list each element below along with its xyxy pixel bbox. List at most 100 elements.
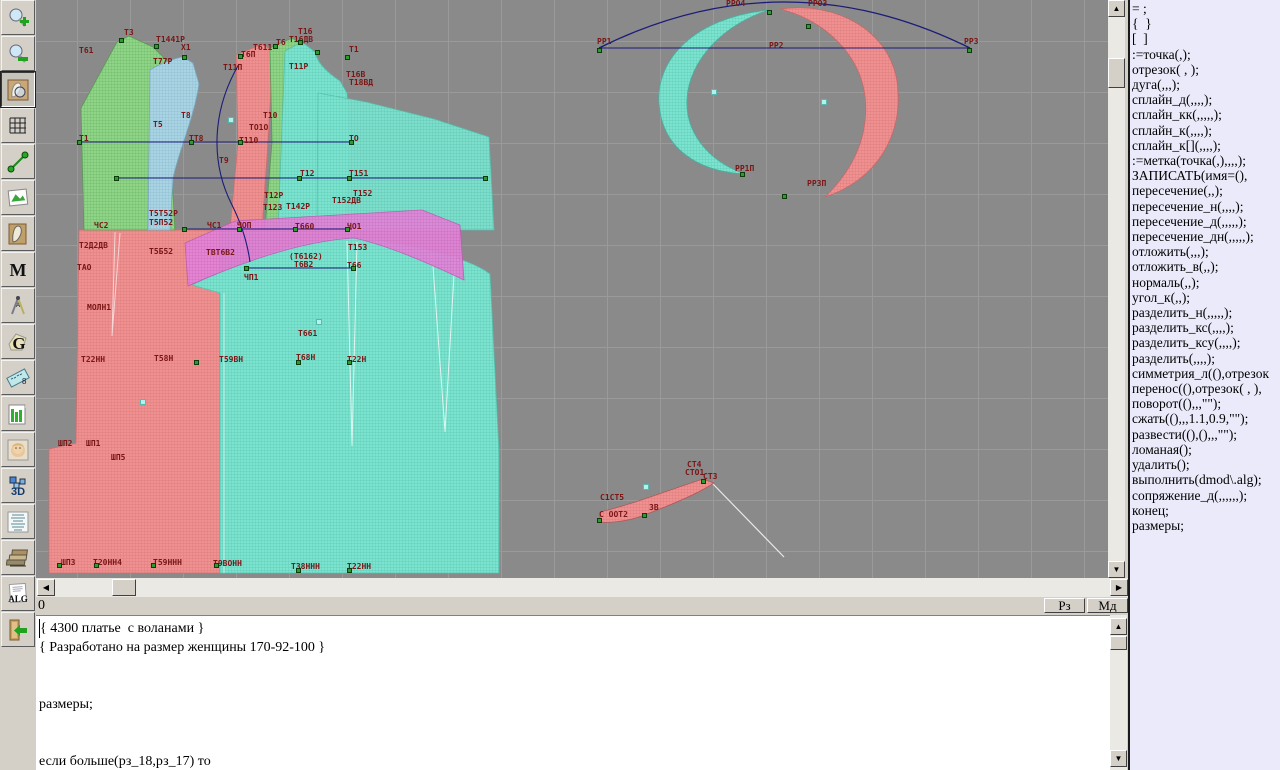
scroll-down-icon[interactable]: ▼	[1108, 561, 1125, 578]
editor-vertical-scrollbar[interactable]: ▲ ▼	[1110, 615, 1128, 770]
picture-button[interactable]	[1, 180, 35, 215]
pattern-point-marker	[182, 227, 187, 232]
command-item[interactable]: сплайн_к[](,,,,);	[1132, 138, 1280, 153]
zoom-out-button[interactable]	[1, 36, 35, 71]
command-item[interactable]: угол_к(,,);	[1132, 290, 1280, 305]
pattern-point-label: ШП3	[61, 559, 75, 567]
text-list-button[interactable]	[1, 504, 35, 539]
command-item[interactable]: { }	[1132, 16, 1280, 31]
segment-tool-button[interactable]	[1, 144, 35, 179]
command-item[interactable]: пересечение_дн(,,,,,);	[1132, 229, 1280, 244]
command-item[interactable]: разделить_кс(,,,,);	[1132, 320, 1280, 335]
view-3d-button[interactable]: 3D	[1, 468, 35, 503]
command-item[interactable]: нормаль(,,);	[1132, 275, 1280, 290]
command-item[interactable]: разделить_н(,,,,,);	[1132, 305, 1280, 320]
compass-button[interactable]: A	[1, 288, 35, 323]
command-item[interactable]: сплайн_кк(,,,,,);	[1132, 107, 1280, 122]
editor-line[interactable]	[39, 676, 1110, 695]
command-item[interactable]: разделить(,,,,);	[1132, 351, 1280, 366]
pattern-point-label: Т16	[298, 28, 312, 36]
editor-line[interactable]	[39, 714, 1110, 733]
pattern-point-label: РР3	[964, 38, 978, 46]
canvas-horizontal-scrollbar[interactable]: ◀ ▶	[36, 578, 1128, 597]
pattern-point-label: Т59ННН	[153, 559, 182, 567]
command-item[interactable]: отложить(,,,);	[1132, 244, 1280, 259]
editor-line[interactable]: размеры;	[39, 695, 1110, 714]
selected-point-marker	[821, 99, 827, 105]
command-item[interactable]: пересечение_д(,,,,,);	[1132, 214, 1280, 229]
command-item[interactable]: пересечение_н(,,,,);	[1132, 199, 1280, 214]
command-item[interactable]: сопряжение_д(,,,,,,);	[1132, 488, 1280, 503]
command-item[interactable]: сжать((),,,1.1,0.9,"");	[1132, 411, 1280, 426]
zoom-in-button[interactable]	[1, 0, 35, 35]
command-item[interactable]: сплайн_д(,,,,);	[1132, 92, 1280, 107]
command-item[interactable]: :=метка(точка(,),,,,);	[1132, 153, 1280, 168]
pattern-point-marker	[94, 563, 99, 568]
command-item[interactable]: дуга(,,,);	[1132, 77, 1280, 92]
command-item[interactable]: удалить();	[1132, 457, 1280, 472]
command-item[interactable]: сплайн_к(,,,,);	[1132, 123, 1280, 138]
pattern-view-button[interactable]	[1, 72, 35, 107]
command-item[interactable]: разделить_ксу(,,,,);	[1132, 335, 1280, 350]
scroll-up-icon[interactable]: ▲	[1110, 618, 1127, 635]
command-item[interactable]: поворот((),,,"");	[1132, 396, 1280, 411]
editor-line[interactable]	[39, 733, 1110, 752]
pattern-point-label: Т12Р	[264, 192, 283, 200]
canvas-vertical-scrollbar[interactable]: ▲ ▼	[1108, 0, 1125, 578]
scroll-right-icon[interactable]: ▶	[1110, 579, 1128, 596]
ruler-button[interactable]: 8	[1, 360, 35, 395]
pattern-point-label: Т8	[181, 112, 191, 120]
command-item[interactable]: [ ]	[1132, 31, 1280, 46]
command-item[interactable]: конец;	[1132, 503, 1280, 518]
canvas-vscroll-thumb[interactable]	[1108, 58, 1125, 88]
command-item[interactable]: = ;	[1132, 1, 1280, 16]
editor-line[interactable]: { 4300 платье с воланами }	[39, 619, 1110, 638]
letter-g-icon: G	[6, 330, 30, 354]
pattern-piece-button[interactable]	[1, 216, 35, 251]
command-item[interactable]: ломаная();	[1132, 442, 1280, 457]
pattern-point-label: ТВТ6В2	[206, 249, 235, 257]
command-item[interactable]: пересечение(,,);	[1132, 183, 1280, 198]
pattern-point-label: Т9	[219, 157, 229, 165]
editor-vscroll-thumb[interactable]	[1110, 636, 1127, 650]
model-photo-button[interactable]	[1, 432, 35, 467]
pattern-point-label: С ООТ2	[599, 511, 628, 519]
rz-button[interactable]: Рз	[1044, 598, 1085, 613]
pattern-point-marker	[296, 360, 301, 365]
scroll-left-icon[interactable]: ◀	[37, 579, 55, 596]
command-item[interactable]: размеры;	[1132, 518, 1280, 533]
pattern-point-label: Т5Б52	[149, 248, 173, 256]
command-item[interactable]: отложить_в(,,);	[1132, 259, 1280, 274]
exit-button[interactable]	[1, 612, 35, 647]
grid-button[interactable]	[1, 108, 35, 143]
picture-icon	[6, 186, 30, 210]
letter-m-button[interactable]: M	[1, 252, 35, 287]
algorithm-editor[interactable]: { 4300 платье с воланами }{ Разработано …	[36, 615, 1110, 770]
canvas-hscroll-thumb[interactable]	[112, 579, 136, 596]
pattern-point-label: Т152	[353, 190, 372, 198]
svg-text:M: M	[10, 260, 27, 280]
command-item[interactable]: развести((),(),,,"");	[1132, 427, 1280, 442]
command-item[interactable]: выполнить(dmod\.alg);	[1132, 472, 1280, 487]
editor-line[interactable]: если больше(рз_18,рз_17) то	[39, 752, 1110, 770]
pattern-point-marker	[347, 360, 352, 365]
scroll-up-icon[interactable]: ▲	[1108, 0, 1125, 17]
command-item[interactable]: симметрия_л((),отрезок	[1132, 366, 1280, 381]
alg-document-button[interactable]: ALG	[1, 576, 35, 611]
pattern-point-marker	[244, 266, 249, 271]
exit-icon	[6, 618, 30, 642]
command-item[interactable]: отрезок( , );	[1132, 62, 1280, 77]
scroll-down-icon[interactable]: ▼	[1110, 750, 1127, 767]
letter-g-button[interactable]: G	[1, 324, 35, 359]
editor-line[interactable]	[39, 657, 1110, 676]
command-item[interactable]: :=точка(,);	[1132, 47, 1280, 62]
command-item[interactable]: ЗАПИСАТЬ(имя=(),	[1132, 168, 1280, 183]
pattern-point-label: Т12	[300, 170, 314, 178]
editor-line[interactable]: { Разработано на размер женщины 170-92-1…	[39, 638, 1110, 657]
ruler-icon: 8	[6, 366, 30, 390]
books-button[interactable]	[1, 540, 35, 575]
command-item[interactable]: перенос((),отрезок( , ),	[1132, 381, 1280, 396]
size-table-button[interactable]	[1, 396, 35, 431]
md-button[interactable]: Мд	[1087, 598, 1128, 613]
drawing-canvas[interactable]: Т61Т3Т1441РХ1Т77РТ11ПТ6ПТ611Т6Т16ДВТ16Т1…	[36, 0, 1108, 578]
